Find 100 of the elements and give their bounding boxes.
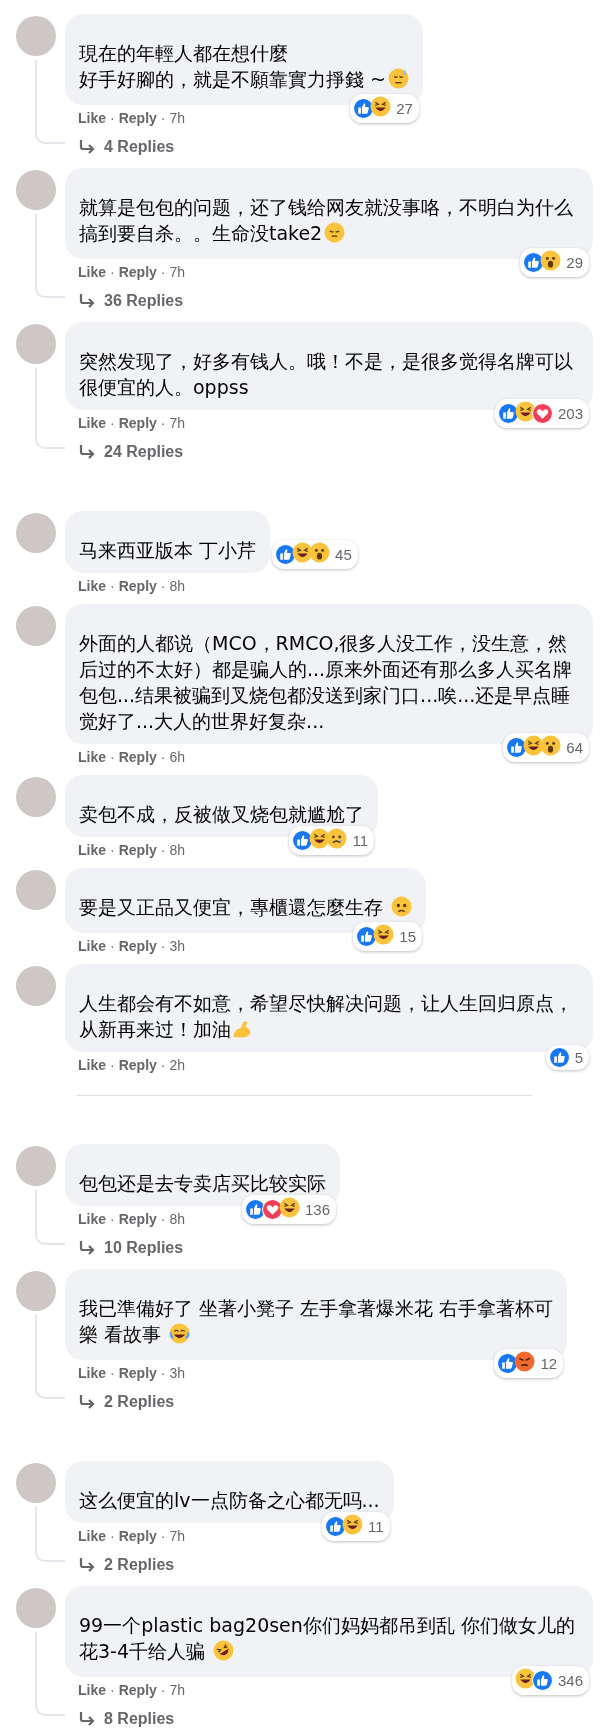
reaction-badge[interactable]: 64 [503,733,589,762]
avatar[interactable] [16,870,56,910]
avatar[interactable] [16,1588,56,1628]
reply-link[interactable]: Reply [118,1365,157,1381]
avatar[interactable] [16,1146,56,1186]
timestamp: 6h [169,749,186,765]
reaction-count: 136 [304,1201,330,1218]
like-icon [523,252,545,273]
like-icon [531,1670,553,1691]
reply-link[interactable]: Reply [118,110,157,126]
separator-dot: · [160,1682,166,1698]
reply-link[interactable]: Reply [118,749,157,765]
separator-dot: · [160,1365,166,1381]
surprised-face-icon [540,735,562,756]
like-link[interactable]: Like [78,110,106,126]
laughing-face-icon [342,1514,364,1535]
timestamp: 2h [169,1057,186,1073]
reaction-count: 346 [557,1672,583,1689]
avatar[interactable] [16,16,56,56]
reaction-badge[interactable]: 5 [545,1045,589,1070]
separator-dot: · [110,110,115,126]
view-replies-link[interactable]: 10 Replies [104,1239,184,1257]
reply-arrow-icon [78,1240,96,1256]
like-link[interactable]: Like [78,1365,106,1381]
reaction-count: 64 [566,739,583,756]
reply-link[interactable]: Reply [118,938,157,954]
like-link[interactable]: Like [78,1211,106,1227]
like-link[interactable]: Like [78,1682,106,1698]
reaction-badge[interactable]: 346 [511,1666,589,1695]
reaction-badge[interactable]: 136 [241,1195,336,1224]
separator-dot: · [160,1057,166,1073]
timestamp: 3h [169,938,186,954]
comment-text: 就算是包包的问题，还了钱给网友就没事咯，不明白为什么搞到要自杀。。生命没take2 [79,195,574,246]
separator-dot: · [160,110,166,126]
avatar[interactable] [16,170,56,210]
timestamp: 7h [169,415,186,431]
reply-link[interactable]: Reply [118,842,157,858]
like-link[interactable]: Like [78,415,106,431]
reply-link[interactable]: Reply [118,578,157,594]
reply-link[interactable]: Reply [118,1057,157,1073]
surprised-face-icon [309,542,331,563]
avatar[interactable] [16,513,56,553]
reaction-badge[interactable]: 27 [350,94,419,123]
view-replies-link[interactable]: 8 Replies [104,1710,175,1728]
separator-dot: · [160,1211,166,1227]
like-icon [325,1516,347,1537]
reaction-badge[interactable]: 29 [520,248,589,277]
reaction-count: 5 [574,1049,583,1066]
reaction-badge[interactable]: 45 [272,540,358,569]
reaction-count: 15 [399,928,417,945]
like-link[interactable]: Like [78,264,106,280]
view-replies-link[interactable]: 24 Replies [104,443,184,461]
separator-dot: · [110,1682,115,1698]
avatar[interactable] [16,1271,56,1311]
like-icon [497,1353,519,1374]
laughing-face-icon [514,401,536,422]
reply-link[interactable]: Reply [118,1211,157,1227]
reply-link[interactable]: Reply [118,1682,157,1698]
laughing-face-icon [278,1197,300,1218]
view-replies-link[interactable]: 2 Replies [104,1556,175,1574]
separator-dot: · [110,1365,115,1381]
comment-text: 現在的年輕人都在想什麼 [79,41,289,66]
like-link[interactable]: Like [78,842,106,858]
comment-text: 我已準備好了 坐著小凳子 左手拿著爆米花 右手拿著杯可 [79,1296,554,1321]
reply-link[interactable]: Reply [118,1528,157,1544]
view-replies-link[interactable]: 4 Replies [104,138,175,156]
laughing-face-icon [370,96,392,117]
reaction-badge[interactable]: 203 [494,399,589,428]
view-replies-link[interactable]: 2 Replies [104,1393,175,1411]
reaction-count: 11 [352,832,368,849]
separator-dot: · [110,1057,115,1073]
comment-text: 人生都会有不如意，希望尽快解决问题，让人生回归原点，从新再来过！加油 [79,991,574,1042]
reaction-badge[interactable]: 15 [353,922,423,951]
reaction-badge[interactable]: 12 [494,1349,564,1378]
reaction-count: 45 [335,546,352,563]
like-link[interactable]: Like [78,578,106,594]
reaction-badge[interactable]: 11 [289,826,374,855]
reaction-count: 29 [566,254,583,271]
reaction-badge[interactable]: 11 [322,1512,390,1541]
comment-text: 99一个plastic bag20sen你们妈妈都吊到乱 你们做女儿的花3-4千给人骗 [79,1613,576,1664]
reaction-count: 12 [540,1355,558,1372]
avatar[interactable] [16,966,56,1006]
like-link[interactable]: Like [78,1528,106,1544]
like-link[interactable]: Like [78,1057,106,1073]
sweating-face-icon [387,68,409,89]
flexed-arm-icon [231,1018,253,1040]
surprised-face-icon [540,250,562,271]
like-link[interactable]: Like [78,938,106,954]
avatar[interactable] [16,324,56,364]
avatar[interactable] [16,777,56,817]
avatar[interactable] [16,606,56,646]
reply-link[interactable]: Reply [118,264,157,280]
timestamp: 3h [169,1365,186,1381]
comment-text: 樂 看故事 [79,1321,554,1350]
avatar[interactable] [16,1463,56,1503]
like-link[interactable]: Like [78,749,106,765]
rolling-laughing-face-icon [213,1640,235,1661]
separator-dot: · [110,415,115,431]
view-replies-link[interactable]: 36 Replies [104,292,184,310]
reply-link[interactable]: Reply [118,415,157,431]
